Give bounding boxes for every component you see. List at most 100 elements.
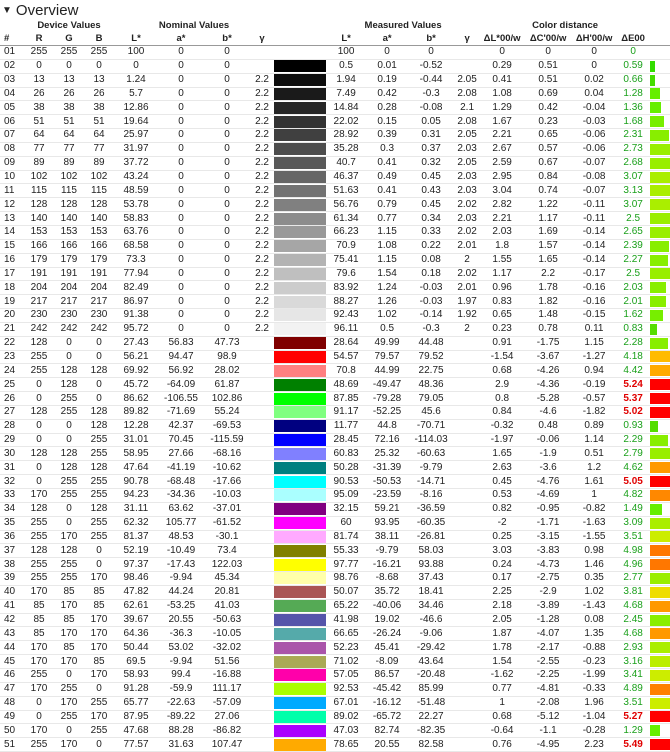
cell: 0.49	[366, 170, 409, 185]
delta-e-bar-fill	[650, 88, 661, 100]
cell: 1.67	[480, 114, 525, 130]
cell: -17.43	[158, 557, 205, 573]
cell: 52.19	[114, 543, 159, 559]
cell	[250, 682, 275, 697]
cell: 0.96	[480, 280, 525, 296]
delta-e-cell: 3.09	[616, 516, 651, 531]
delta-e-cell: 3.07	[616, 170, 651, 185]
cell: 0	[24, 460, 54, 476]
color-swatch	[274, 516, 327, 531]
cell	[454, 530, 481, 545]
cell: 38	[84, 100, 115, 116]
cell: 46.37	[326, 170, 367, 185]
table-row: 15 166 166 166 68.58 0 0 2.2 70.9 1.08 0.22 2.01 1.8…	[0, 239, 670, 254]
cell: -2.25	[524, 668, 573, 683]
cell: 27.66	[158, 446, 205, 462]
cell: 255	[54, 488, 84, 503]
color-swatch	[274, 350, 327, 365]
cell: 0.41	[366, 156, 409, 171]
cell: 0	[204, 225, 251, 240]
cell: 2	[454, 322, 481, 337]
cell: 93.95	[366, 516, 409, 531]
cell: 47.73	[204, 336, 251, 351]
delta-e-bar	[650, 640, 670, 656]
cell: 47	[0, 682, 24, 697]
cell: 1.26	[366, 294, 409, 310]
table-row: 07 64 64 64 25.97 0 0 2.2 28.92 0.39 0.31 2.05 2.21 0…	[0, 128, 670, 143]
cell: 2.25	[480, 585, 525, 600]
cell: 166	[54, 239, 84, 254]
cell	[250, 640, 275, 656]
color-swatch	[274, 87, 327, 102]
cell: 26	[0, 391, 24, 406]
delta-e-cell: 4.42	[616, 363, 651, 379]
cell	[454, 446, 481, 462]
cell: 32	[0, 474, 24, 489]
cell: 28	[0, 419, 24, 434]
cell: 2.2	[524, 267, 573, 282]
cell: 0.32	[408, 156, 455, 171]
cell: 1.46	[572, 557, 617, 573]
cell: -0.11	[572, 211, 617, 226]
cell: 0	[204, 253, 251, 268]
cell: 0.74	[524, 183, 573, 199]
cell: 0	[84, 336, 115, 351]
cell: 255	[24, 737, 54, 752]
cell: 75.41	[326, 253, 367, 268]
cell	[454, 474, 481, 489]
cell: -0.3	[408, 322, 455, 337]
table-row: 35 255 0 255 62.32 105.77 -61.52 60 93.95 -60.35-…	[0, 516, 670, 531]
cell: -57.09	[204, 696, 251, 711]
cell: 39	[0, 571, 24, 586]
cell	[250, 336, 275, 351]
table-row: 04 26 26 26 5.7 0 0 2.2 7.49 0.42 -0.3 2.08 1.08 0.69…	[0, 87, 670, 102]
cell: 2.05	[454, 128, 481, 143]
cell: 2	[454, 253, 481, 268]
swatch-fill	[274, 558, 327, 571]
cell: 42.37	[158, 419, 205, 434]
cell: 51	[0, 737, 24, 752]
cell: -4.26	[524, 363, 573, 379]
delta-e-bar-fill	[650, 448, 670, 460]
cell: -0.64	[480, 723, 525, 739]
cell: 93.88	[408, 557, 455, 573]
cell: 0.05	[408, 114, 455, 130]
delta-e-cell: 5.05	[616, 474, 651, 489]
group-measured-values: Measured Values	[364, 20, 442, 31]
cell: 59.21	[366, 502, 409, 517]
cell	[250, 530, 275, 545]
swatch-fill	[274, 697, 327, 710]
cell	[250, 59, 275, 74]
cell: 1	[572, 488, 617, 503]
delta-e-bar-fill	[650, 434, 669, 446]
cell: 0	[84, 557, 115, 573]
cell: -115.59	[204, 433, 251, 448]
cell: 2.95	[480, 170, 525, 185]
cell: 0.67	[524, 156, 573, 171]
cell: 0	[204, 142, 251, 157]
cell: 45.41	[366, 640, 409, 656]
delta-e-cell: 2.5	[616, 267, 651, 282]
cell: -68.16	[204, 446, 251, 462]
cell: 89	[84, 156, 115, 171]
collapse-triangle-icon[interactable]: ▼	[2, 5, 12, 16]
cell: -8.68	[366, 571, 409, 586]
swatch-fill	[274, 198, 327, 211]
cell: 0.68	[480, 363, 525, 379]
overview-header[interactable]: ▼ Overview	[0, 0, 670, 20]
cell: -14.71	[408, 474, 455, 489]
cell: 73.3	[114, 253, 159, 268]
cell: -9.79	[408, 460, 455, 476]
cell	[454, 543, 481, 559]
cell: 95.09	[326, 488, 367, 503]
delta-e-cell: 0.83	[616, 322, 651, 337]
table-row: 51 255 170 0 77.57 31.63 107.47 78.65 20.55 82.58…	[0, 737, 670, 752]
cell: 170	[54, 530, 84, 545]
cell: 71.02	[326, 654, 367, 669]
cell: 128	[24, 336, 54, 351]
swatch-fill	[274, 503, 327, 516]
delta-e-cell: 2.77	[616, 571, 651, 586]
cell: 45.72	[114, 377, 159, 393]
cell	[250, 737, 275, 752]
cell: -4.69	[524, 488, 573, 503]
